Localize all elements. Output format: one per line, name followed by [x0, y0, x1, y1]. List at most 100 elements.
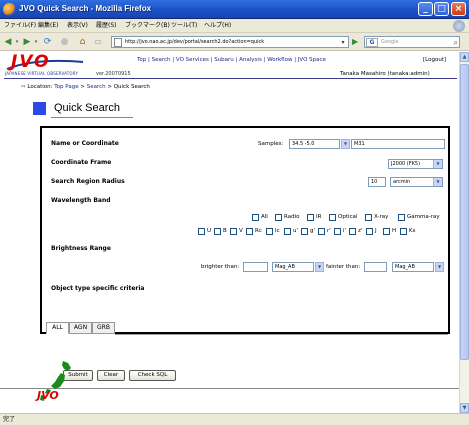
- frame-dropdown-icon[interactable]: ▼: [433, 160, 442, 168]
- menu-help[interactable]: ヘルプ(H): [204, 21, 231, 30]
- brighter-unit-dropdown-icon[interactable]: ▼: [315, 262, 324, 272]
- stop-icon[interactable]: ●: [59, 36, 70, 48]
- band-all-checkbox[interactable]: [252, 214, 259, 221]
- nav-analysis[interactable]: Analysis: [239, 57, 262, 63]
- samples-value: 34.5 -5.0: [292, 141, 315, 147]
- url-bar[interactable]: http://jvo.nao.ac.jp/dev/portal/search2.…: [111, 36, 349, 48]
- band-ic-label: Ic: [275, 228, 280, 234]
- band-b-checkbox[interactable]: [214, 228, 221, 235]
- menu-edit[interactable]: 編集(E): [38, 21, 58, 30]
- forward-arrow-icon[interactable]: ▶: [22, 36, 32, 48]
- vertical-scrollbar[interactable]: ▲ ▼: [459, 52, 469, 413]
- navigation-toolbar: ◀ ▾ ▶ ▾ ⟳ ● ⌂ ▭ http://jvo.nao.ac.jp/dev…: [0, 33, 469, 51]
- object-criteria-label: Object type specific criteria: [51, 285, 145, 292]
- url-text[interactable]: http://jvo.nao.ac.jp/dev/portal/search2.…: [125, 38, 264, 47]
- band-ks-checkbox[interactable]: [400, 228, 407, 235]
- jvo-logo[interactable]: JVO: [5, 52, 84, 72]
- name-input[interactable]: M31: [351, 139, 445, 149]
- nav-jvo-space[interactable]: JVO Space: [298, 57, 326, 63]
- forward-dropdown-icon[interactable]: ▾: [33, 36, 39, 48]
- scrollbar-thumb[interactable]: [460, 64, 469, 360]
- tab-all[interactable]: ALL: [46, 322, 69, 334]
- nav-workflow[interactable]: Workflow: [267, 57, 292, 63]
- band-h-checkbox[interactable]: [383, 228, 390, 235]
- radius-unit-dropdown-icon[interactable]: ▼: [433, 178, 442, 186]
- home-icon[interactable]: ⌂: [77, 36, 88, 48]
- tab-agn[interactable]: AGN: [69, 322, 92, 334]
- radius-unit-select[interactable]: arcmin ▼: [390, 177, 443, 187]
- band-r-prime-checkbox[interactable]: [318, 228, 325, 235]
- scroll-down-arrow-icon[interactable]: ▼: [460, 403, 469, 413]
- back-arrow-icon[interactable]: ◀: [3, 36, 13, 48]
- band-all-label: All: [261, 214, 268, 220]
- fainter-unit-dropdown-icon[interactable]: ▼: [435, 262, 444, 272]
- url-history-dropdown-icon[interactable]: ▾: [339, 38, 347, 47]
- band-u-checkbox[interactable]: [198, 228, 205, 235]
- menu-bookmarks[interactable]: ブックマーク(B): [125, 21, 170, 30]
- band-i-prime-checkbox[interactable]: [334, 228, 341, 235]
- user-name: Tanaka Masahiro (tanaka:admin): [340, 71, 430, 77]
- breadcrumb-top-page[interactable]: Top Page: [54, 84, 78, 90]
- menu-history[interactable]: 履歴(S): [96, 21, 117, 30]
- band-gammaray-checkbox[interactable]: [398, 214, 405, 221]
- band-rc-checkbox[interactable]: [246, 228, 253, 235]
- band-v-checkbox[interactable]: [230, 228, 237, 235]
- band-ic-checkbox[interactable]: [266, 228, 273, 235]
- jvo-logo-text: JVO: [11, 52, 51, 72]
- fainter-than-input[interactable]: [364, 262, 387, 272]
- radius-input[interactable]: 10: [368, 177, 386, 187]
- band-u-label: U: [207, 228, 212, 234]
- breadcrumb: ⇨ Location: Top Page > Search > Quick Se…: [21, 84, 150, 90]
- nav-search[interactable]: Search: [152, 57, 171, 63]
- band-xray-checkbox[interactable]: [365, 214, 372, 221]
- band-z-prime-checkbox[interactable]: [349, 228, 356, 235]
- reload-icon[interactable]: ⟳: [42, 36, 53, 48]
- clear-button[interactable]: Clear: [97, 370, 125, 381]
- back-dropdown-icon[interactable]: ▾: [14, 36, 20, 48]
- samples-dropdown-icon[interactable]: ▼: [341, 139, 350, 149]
- go-arrow-icon[interactable]: ▶: [352, 37, 362, 47]
- firefox-icon: [3, 3, 16, 16]
- header-divider: [4, 78, 457, 79]
- band-optical-checkbox[interactable]: [329, 214, 336, 221]
- jvo-subtitle: JAPANESE VIRTUAL OBSERVATORY: [5, 71, 79, 76]
- search-placeholder[interactable]: Google: [381, 38, 399, 47]
- band-rc-label: Rc: [255, 228, 262, 234]
- close-button[interactable]: ×: [451, 2, 466, 16]
- nav-top[interactable]: Top: [137, 57, 146, 63]
- brighter-than-input[interactable]: [243, 262, 268, 272]
- brighter-unit-select[interactable]: Mag_AB: [272, 262, 314, 272]
- maximize-button[interactable]: □: [434, 2, 449, 16]
- fainter-unit-select[interactable]: Mag_AB: [392, 262, 434, 272]
- search-box[interactable]: G Google ⌕: [364, 36, 460, 48]
- band-g-prime-checkbox[interactable]: [301, 228, 308, 235]
- band-ir-checkbox[interactable]: [307, 214, 314, 221]
- menu-file[interactable]: ファイル(F): [4, 21, 36, 30]
- google-engine-icon[interactable]: G: [366, 38, 378, 47]
- search-magnifier-icon[interactable]: ⌕: [454, 37, 458, 48]
- band-j-checkbox[interactable]: [366, 228, 373, 235]
- page-icon: ▭: [94, 37, 102, 46]
- frame-select[interactable]: J2000 (FK5) ▼: [388, 159, 443, 169]
- tab-baseline: [115, 334, 448, 335]
- band-radio-checkbox[interactable]: [275, 214, 282, 221]
- band-u-prime-checkbox[interactable]: [284, 228, 291, 235]
- nav-subaru[interactable]: Subaru: [214, 57, 234, 63]
- menu-tools[interactable]: ツール(T): [171, 21, 197, 30]
- fainter-unit-value: Mag_AB: [395, 264, 415, 270]
- status-bar: 完了: [0, 413, 469, 425]
- breadcrumb-search[interactable]: Search: [87, 84, 106, 90]
- menu-view[interactable]: 表示(V): [67, 21, 88, 30]
- logout-link[interactable]: [Logout]: [423, 56, 446, 64]
- band-g-prime-label: g': [310, 228, 316, 234]
- band-v-label: V: [239, 228, 243, 234]
- nav-vo-services[interactable]: VO Services: [176, 57, 209, 63]
- tab-grb[interactable]: GRB: [92, 322, 115, 334]
- samples-select[interactable]: 34.5 -5.0: [289, 139, 340, 149]
- band-gammaray-label: Gamma-ray: [407, 214, 440, 220]
- scroll-up-arrow-icon[interactable]: ▲: [460, 52, 469, 62]
- minimize-button[interactable]: _: [418, 2, 433, 16]
- check-sql-button[interactable]: Check SQL: [129, 370, 176, 381]
- site-favicon-icon: [114, 38, 122, 47]
- title-marker: [33, 102, 46, 115]
